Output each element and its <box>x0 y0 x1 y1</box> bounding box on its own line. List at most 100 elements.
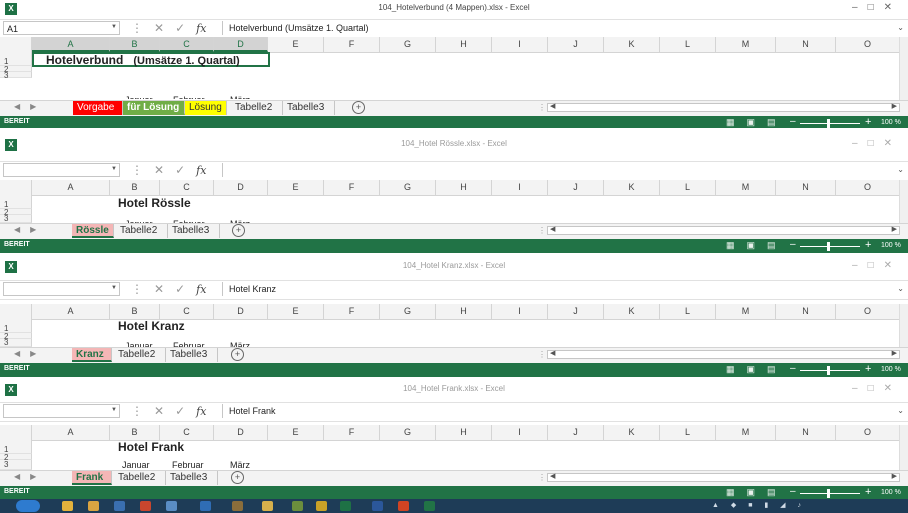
start-icon[interactable] <box>16 500 40 512</box>
column-header[interactable]: L <box>660 425 716 440</box>
enter-icon[interactable]: ✓ <box>175 163 185 177</box>
horizontal-scrollbar[interactable]: ◀ ▶ <box>547 473 900 482</box>
column-header[interactable]: I <box>492 37 548 52</box>
column-header[interactable]: F <box>324 37 380 52</box>
enter-icon[interactable]: ✓ <box>175 404 185 418</box>
column-header[interactable]: F <box>324 425 380 440</box>
column-header[interactable]: J <box>548 425 604 440</box>
page-layout-icon[interactable]: ▣ <box>747 487 768 497</box>
column-header[interactable]: C <box>160 180 214 195</box>
tab-split-handle[interactable]: ⋮ <box>538 473 546 482</box>
cell-b1[interactable]: Hotel Rössle <box>118 196 191 210</box>
column-header[interactable]: E <box>268 304 324 319</box>
column-header[interactable]: H <box>436 425 492 440</box>
row-header[interactable]: 1 <box>0 195 32 209</box>
tab-frank[interactable]: Frank <box>72 471 112 485</box>
powerpoint-taskbar-icon[interactable] <box>398 501 409 511</box>
minimize-icon[interactable]: – <box>852 138 868 149</box>
fx-icon[interactable]: fx <box>196 164 206 177</box>
tab-tabelle3[interactable]: Tabelle3 <box>283 101 335 115</box>
tab-tabelle2[interactable]: Tabelle2 <box>114 348 166 362</box>
column-header[interactable]: D <box>214 304 268 319</box>
app-icon[interactable] <box>262 501 273 511</box>
tab-loesung[interactable]: Lösung <box>185 101 227 115</box>
column-header[interactable]: B <box>110 425 160 440</box>
close-icon[interactable]: ✕ <box>884 2 902 13</box>
page-layout-icon[interactable]: ▣ <box>747 117 768 127</box>
tab-fuer-loesung[interactable]: für Lösung <box>123 101 185 115</box>
column-header[interactable]: G <box>380 425 436 440</box>
formula-input[interactable] <box>222 163 902 177</box>
column-header[interactable]: F <box>324 304 380 319</box>
tab-tabelle3[interactable]: Tabelle3 <box>166 348 218 362</box>
zoom-in-button[interactable]: + <box>865 486 871 498</box>
column-header[interactable]: J <box>548 37 604 52</box>
tab-tabelle2[interactable]: Tabelle2 <box>231 101 283 115</box>
chevron-down-icon[interactable]: ▼ <box>111 407 117 413</box>
maximize-icon[interactable]: □ <box>868 260 884 271</box>
new-sheet-icon[interactable]: + <box>231 348 244 361</box>
name-box[interactable]: A1 <box>3 21 120 35</box>
column-header[interactable]: C <box>160 425 214 440</box>
zoom-slider[interactable] <box>800 246 860 247</box>
expand-formula-icon[interactable]: ⌄ <box>897 406 904 415</box>
fx-icon[interactable]: fx <box>196 283 206 296</box>
column-header[interactable]: A <box>32 304 110 319</box>
column-header[interactable]: O <box>836 180 900 195</box>
column-header[interactable]: O <box>836 304 900 319</box>
column-header[interactable]: E <box>268 37 324 52</box>
worksheet-grid[interactable]: A B C D E F G H I J K L M N O 1 2 3 Hote… <box>0 304 908 347</box>
zoom-out-button[interactable]: – <box>790 116 796 127</box>
normal-view-icon[interactable]: ▦ <box>726 117 747 127</box>
horizontal-scrollbar[interactable]: ◀ ▶ <box>547 103 900 112</box>
prev-sheet-icon[interactable]: ◀ <box>14 225 30 234</box>
app-icon[interactable] <box>200 501 211 511</box>
zoom-in-button[interactable]: + <box>865 363 871 375</box>
column-header[interactable]: J <box>548 304 604 319</box>
close-icon[interactable]: ✕ <box>884 260 902 271</box>
name-box[interactable] <box>3 404 120 418</box>
worksheet-grid[interactable]: A B C D E F G H I J K L M N O 1 2 3 Hote… <box>0 425 908 470</box>
explorer-icon[interactable] <box>62 501 73 511</box>
close-icon[interactable]: ✕ <box>884 138 902 149</box>
vertical-scrollbar[interactable] <box>899 304 908 347</box>
app-icon[interactable] <box>232 501 243 511</box>
column-header[interactable]: K <box>604 37 660 52</box>
cell-b1[interactable]: Hotel Kranz <box>118 319 185 333</box>
row-header[interactable]: 1 <box>0 52 32 66</box>
zoom-slider[interactable] <box>800 370 860 371</box>
tab-tabelle2[interactable]: Tabelle2 <box>114 471 166 485</box>
column-header[interactable]: B <box>110 37 160 52</box>
cell-c3[interactable]: Februar <box>172 460 204 470</box>
column-header[interactable]: K <box>604 425 660 440</box>
cell-b1[interactable]: Hotel Frank <box>118 440 184 454</box>
word-taskbar-icon[interactable] <box>372 501 383 511</box>
page-break-icon[interactable]: ▤ <box>767 487 788 497</box>
column-header[interactable]: G <box>380 304 436 319</box>
column-header[interactable]: N <box>776 37 836 52</box>
expand-formula-icon[interactable]: ⌄ <box>897 165 904 174</box>
column-header[interactable]: O <box>836 37 900 52</box>
column-header[interactable]: A <box>32 37 110 52</box>
cell-d3[interactable]: März <box>230 93 250 99</box>
cell-b3[interactable]: Januar <box>122 460 150 470</box>
app-icon[interactable] <box>292 501 303 511</box>
maximize-icon[interactable]: □ <box>868 383 884 394</box>
cell-b3[interactable]: Januar <box>125 93 153 99</box>
column-header[interactable]: N <box>776 304 836 319</box>
tab-split-handle[interactable]: ⋮ <box>538 350 546 359</box>
minimize-icon[interactable]: – <box>852 383 868 394</box>
cell-d3[interactable]: März <box>230 460 250 470</box>
maximize-icon[interactable]: □ <box>868 138 884 149</box>
name-box[interactable] <box>3 163 120 177</box>
column-header[interactable]: O <box>836 425 900 440</box>
column-header[interactable]: L <box>660 37 716 52</box>
formula-input[interactable]: Hotel Frank <box>222 404 902 418</box>
zoom-slider[interactable] <box>800 493 860 494</box>
app-icon[interactable] <box>140 501 151 511</box>
zoom-slider-thumb[interactable] <box>827 242 830 251</box>
page-layout-icon[interactable]: ▣ <box>747 364 768 374</box>
cell-a1[interactable]: Hotelverbund (Umsätze 1. Quartal) <box>46 53 240 67</box>
cancel-icon[interactable]: ✕ <box>154 404 164 418</box>
cell-b3[interactable]: Januar <box>125 339 153 347</box>
